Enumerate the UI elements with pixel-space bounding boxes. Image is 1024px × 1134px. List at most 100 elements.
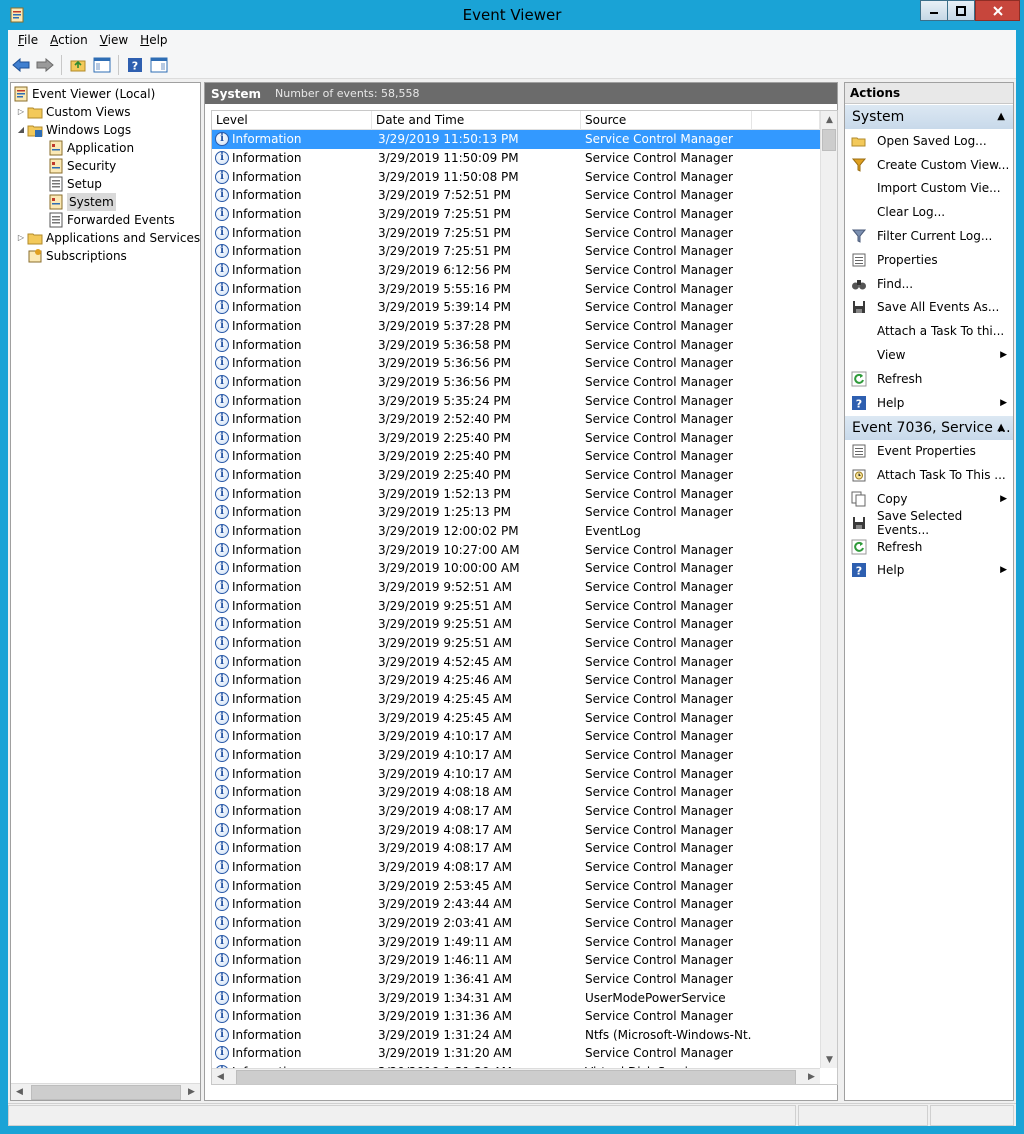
tree-horizontal-scrollbar[interactable]: ◀ ▶ xyxy=(11,1083,200,1100)
event-row[interactable]: i Information 3/29/2019 2:43:44 AM Service … xyxy=(212,895,820,914)
action-clear-log[interactable]: Clear Log... xyxy=(845,200,1013,224)
event-row[interactable]: i Information 3/29/2019 5:36:56 PM Service … xyxy=(212,354,820,373)
tree-item-forwarded-events[interactable]: Forwarded Events xyxy=(48,211,175,229)
event-row[interactable]: i Information 3/29/2019 5:36:58 PM Service … xyxy=(212,335,820,354)
action-open-saved-log[interactable]: Open Saved Log... xyxy=(845,129,1013,153)
actions-section-event[interactable]: Event 7036, Service ... ▲ xyxy=(845,415,1013,440)
action-refresh[interactable]: Refresh xyxy=(845,535,1013,559)
event-row[interactable]: i Information 3/29/2019 7:52:51 PM Service … xyxy=(212,186,820,205)
event-row[interactable]: i Information 3/29/2019 1:52:13 PM Service … xyxy=(212,484,820,503)
menu-help[interactable]: Help xyxy=(134,30,173,51)
actions-section-system[interactable]: System ▲ xyxy=(845,105,1013,129)
tree-item-security[interactable]: Security xyxy=(48,157,116,175)
action-save-all-events-as[interactable]: Save All Events As... xyxy=(845,296,1013,320)
collapse-arrow-icon[interactable]: ◢ xyxy=(15,121,27,139)
event-row[interactable]: i Information 3/29/2019 1:36:41 AM Service … xyxy=(212,970,820,989)
event-row[interactable]: i Information 3/29/2019 5:36:56 PM Service … xyxy=(212,373,820,392)
event-row[interactable]: i Information 3/29/2019 1:34:31 AM UserMode… xyxy=(212,988,820,1007)
back-button[interactable] xyxy=(10,54,32,76)
column-header-extra[interactable] xyxy=(752,111,820,130)
event-row[interactable]: i Information 3/29/2019 10:27:00 AM Service… xyxy=(212,540,820,559)
action-filter-current-log[interactable]: Filter Current Log... xyxy=(845,224,1013,248)
tree-item-custom-views[interactable]: ▷ Custom Views xyxy=(15,103,131,121)
event-row[interactable]: i Information 3/29/2019 11:50:13 PM Service… xyxy=(212,130,820,149)
event-row[interactable]: i Information 3/29/2019 2:53:45 AM Service … xyxy=(212,876,820,895)
column-header-date[interactable]: Date and Time xyxy=(372,111,581,130)
scroll-up-icon[interactable]: ▲ xyxy=(821,111,837,128)
expand-arrow-icon[interactable]: ▷ xyxy=(15,229,27,247)
event-row[interactable]: i Information 3/29/2019 2:25:40 PM Service … xyxy=(212,429,820,448)
forward-button[interactable] xyxy=(34,54,56,76)
tree-item-root[interactable]: Event Viewer (Local) xyxy=(13,85,155,103)
action-view[interactable]: View ▶ xyxy=(845,343,1013,367)
scroll-left-icon[interactable]: ◀ xyxy=(11,1084,28,1101)
scroll-right-icon[interactable]: ▶ xyxy=(183,1084,200,1101)
column-header-level[interactable]: Level xyxy=(212,111,372,130)
maximize-button[interactable] xyxy=(947,0,975,21)
event-row[interactable]: i Information 3/29/2019 4:25:46 AM Service … xyxy=(212,671,820,690)
action-properties[interactable]: Properties xyxy=(845,248,1013,272)
tree-item-system[interactable]: System xyxy=(48,193,116,211)
title-bar[interactable]: Event Viewer xyxy=(0,0,1024,30)
up-folder-button[interactable] xyxy=(67,54,89,76)
event-row[interactable]: i Information 3/29/2019 5:37:28 PM Service … xyxy=(212,317,820,336)
collapse-caret-icon[interactable]: ▲ xyxy=(997,105,1005,129)
event-row[interactable]: i Information 3/29/2019 4:08:17 AM Service … xyxy=(212,802,820,821)
event-row[interactable]: i Information 3/29/2019 2:03:41 AM Service … xyxy=(212,914,820,933)
action-create-custom-view[interactable]: Create Custom View... xyxy=(845,153,1013,177)
event-row[interactable]: i Information 3/29/2019 10:00:00 AM Service… xyxy=(212,559,820,578)
scroll-down-icon[interactable]: ▼ xyxy=(821,1051,837,1068)
event-row[interactable]: i Information 3/29/2019 4:52:45 AM Service … xyxy=(212,652,820,671)
action-help[interactable]: ? Help ▶ xyxy=(845,391,1013,415)
action-attach-a-task-to-thi[interactable]: Attach a Task To thi... xyxy=(845,319,1013,343)
event-row[interactable]: i Information 3/29/2019 4:08:18 AM Service … xyxy=(212,783,820,802)
event-row[interactable]: i Information 3/29/2019 6:12:56 PM Service … xyxy=(212,261,820,280)
scroll-thumb[interactable] xyxy=(236,1069,796,1084)
event-row[interactable]: i Information 3/29/2019 4:08:17 AM Service … xyxy=(212,820,820,839)
action-help[interactable]: ? Help ▶ xyxy=(845,559,1013,583)
action-attach-task-to-this[interactable]: Attach Task To This ... xyxy=(845,463,1013,487)
menu-view[interactable]: View xyxy=(94,30,134,51)
event-row[interactable]: i Information 3/29/2019 9:25:51 AM Service … xyxy=(212,596,820,615)
grid-vertical-scrollbar[interactable]: ▲ ▼ xyxy=(820,111,837,1068)
event-row[interactable]: i Information 3/29/2019 1:25:13 PM Service … xyxy=(212,503,820,522)
grid-horizontal-scrollbar[interactable]: ◀ ▶ xyxy=(212,1068,820,1085)
event-row[interactable]: i Information 3/29/2019 5:39:14 PM Service … xyxy=(212,298,820,317)
event-row[interactable]: i Information 3/29/2019 4:10:17 AM Service … xyxy=(212,746,820,765)
event-row[interactable]: i Information 3/29/2019 1:46:11 AM Service … xyxy=(212,951,820,970)
event-row[interactable]: i Information 3/29/2019 4:08:17 AM Service … xyxy=(212,858,820,877)
show-hide-tree-button[interactable] xyxy=(91,54,113,76)
help-button[interactable]: ? xyxy=(124,54,146,76)
close-button[interactable] xyxy=(975,0,1020,21)
scroll-right-icon[interactable]: ▶ xyxy=(803,1069,820,1085)
collapse-caret-icon[interactable]: ▲ xyxy=(997,416,1005,440)
menu-file[interactable]: File xyxy=(12,30,44,51)
action-refresh[interactable]: Refresh xyxy=(845,367,1013,391)
event-row[interactable]: i Information 3/29/2019 11:50:09 PM Service… xyxy=(212,149,820,168)
minimize-button[interactable] xyxy=(920,0,948,21)
event-row[interactable]: i Information 3/29/2019 5:35:24 PM Service … xyxy=(212,391,820,410)
event-row[interactable]: i Information 3/29/2019 2:25:40 PM Service … xyxy=(212,466,820,485)
event-row[interactable]: i Information 3/29/2019 1:31:36 AM Service … xyxy=(212,1007,820,1026)
event-row[interactable]: i Information 3/29/2019 4:10:17 AM Service … xyxy=(212,727,820,746)
tree-item-windows-logs[interactable]: ◢ Windows Logs xyxy=(15,121,131,139)
event-row[interactable]: i Information 3/29/2019 9:25:51 AM Service … xyxy=(212,615,820,634)
column-header-source[interactable]: Source xyxy=(581,111,752,130)
event-row[interactable]: i Information 3/29/2019 5:55:16 PM Service … xyxy=(212,279,820,298)
action-save-selected-events[interactable]: Save Selected Events... xyxy=(845,509,1013,537)
event-row[interactable]: i Information 3/29/2019 2:25:40 PM Service … xyxy=(212,447,820,466)
tree-item-apps-services-logs[interactable]: ▷ Applications and Services Lo xyxy=(15,229,200,247)
event-row[interactable]: i Information 3/29/2019 11:50:08 PM Service… xyxy=(212,167,820,186)
event-row[interactable]: i Information 3/29/2019 9:25:51 AM Service … xyxy=(212,634,820,653)
action-find[interactable]: Find... xyxy=(845,272,1013,296)
tree-item-application[interactable]: Application xyxy=(48,139,134,157)
expand-arrow-icon[interactable]: ▷ xyxy=(15,103,27,121)
event-row[interactable]: i Information 3/29/2019 7:25:51 PM Service … xyxy=(212,205,820,224)
event-row[interactable]: i Information 3/29/2019 4:10:17 AM Service … xyxy=(212,764,820,783)
action-event-properties[interactable]: Event Properties xyxy=(845,440,1013,464)
tree-item-setup[interactable]: Setup xyxy=(48,175,102,193)
menu-action[interactable]: Action xyxy=(44,30,94,51)
scroll-thumb[interactable] xyxy=(30,1084,181,1100)
event-row[interactable]: i Information 3/29/2019 1:31:24 AM Ntfs (Mi… xyxy=(212,1026,820,1045)
event-row[interactable]: i Information 3/29/2019 12:00:02 PM EventLo… xyxy=(212,522,820,541)
